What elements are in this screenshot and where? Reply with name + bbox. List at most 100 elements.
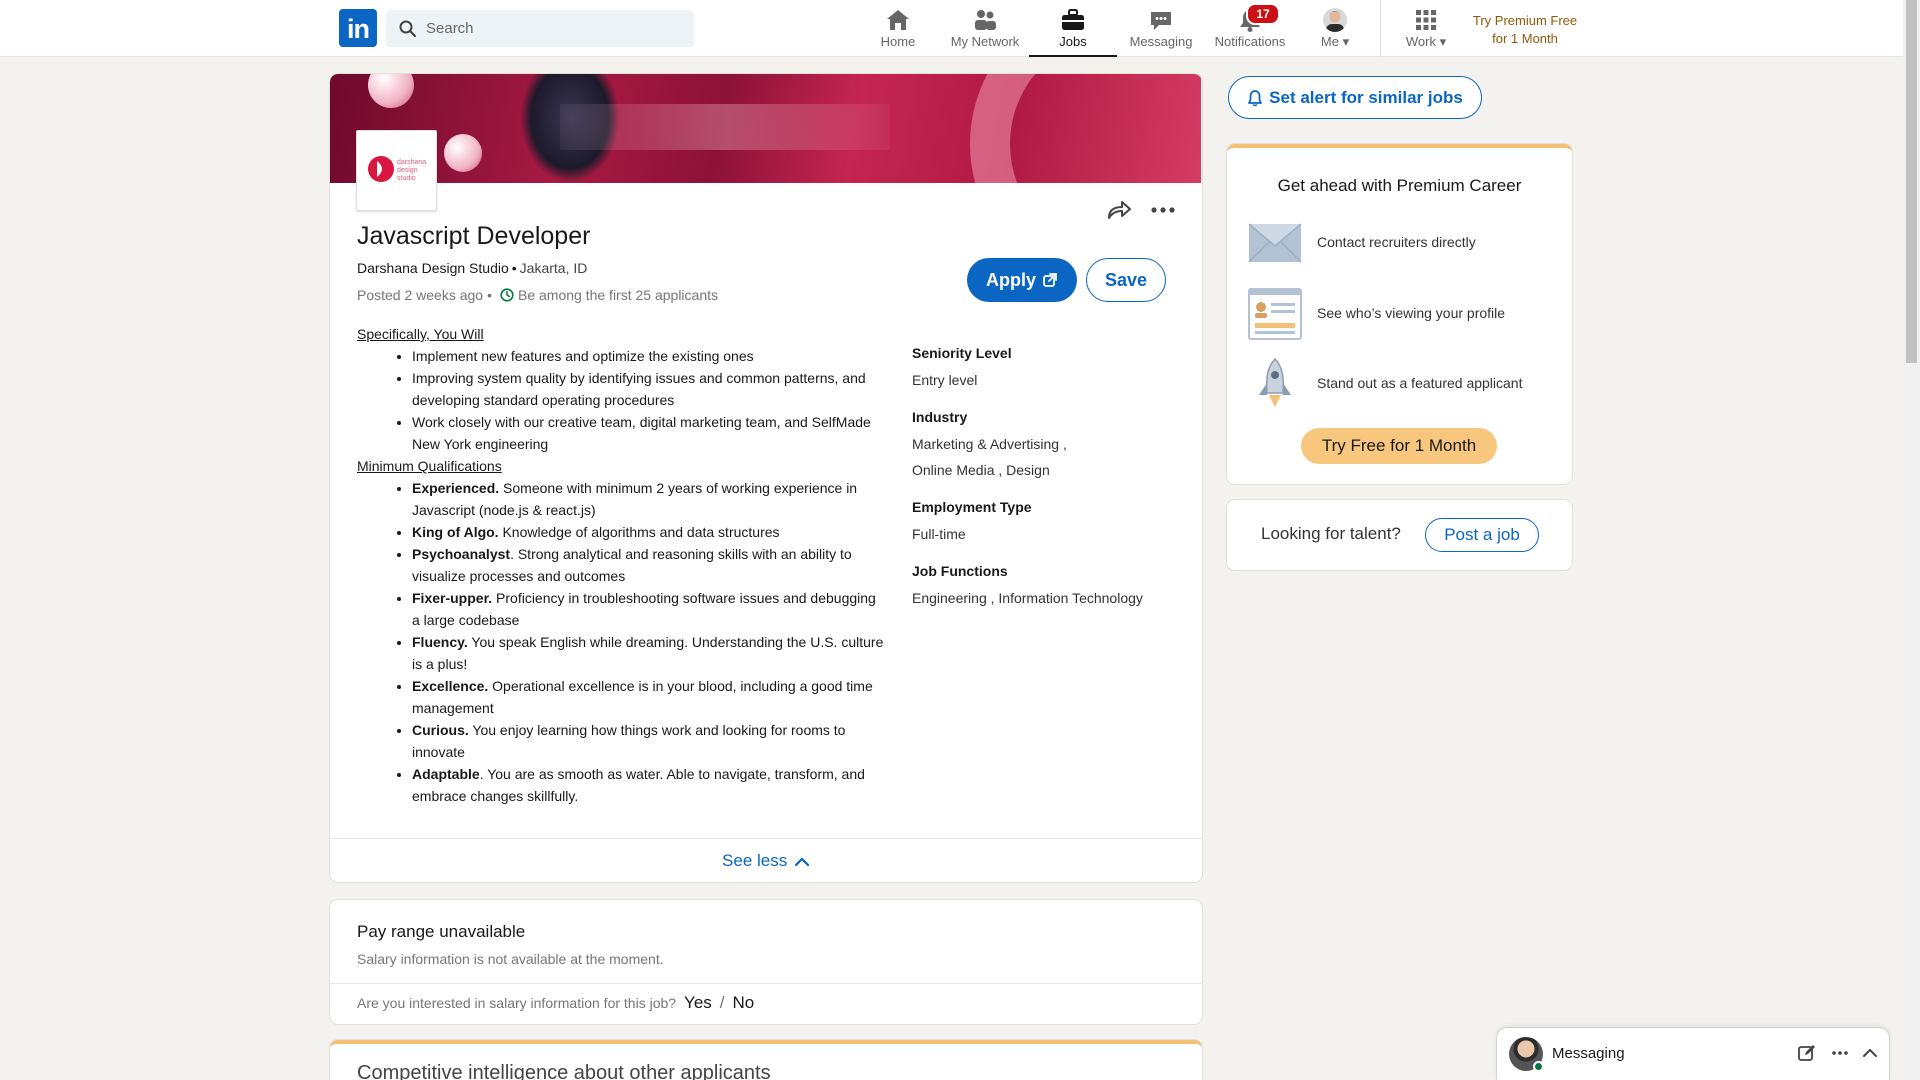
premium-perk: Contact recruiters directly: [1247, 214, 1557, 270]
perk-text: Stand out as a featured applicant: [1317, 375, 1523, 391]
criteria-value: Online Media , Design: [912, 462, 1050, 478]
rocket-icon: [1259, 357, 1291, 407]
apply-button-label: Apply: [985, 269, 1036, 290]
try-premium-line2: for 1 Month: [1492, 31, 1558, 46]
external-link-icon: [1043, 273, 1057, 287]
banner-decoration: [368, 74, 414, 108]
list-item: Work closely with our creative team, dig…: [412, 411, 887, 455]
more-options-icon[interactable]: [1829, 1042, 1851, 1064]
nav-my-network-label: My Network: [950, 34, 1020, 49]
company-banner: [330, 74, 1201, 183]
job-location: Jakarta, ID: [519, 260, 588, 276]
nav-work[interactable]: Work ▾: [1396, 0, 1456, 57]
messaging-label: Messaging: [1552, 1045, 1625, 1062]
nav-messaging-label: Messaging: [1129, 34, 1193, 49]
company-logo-mark: darshana design studio: [368, 156, 426, 182]
pay-range-card: Pay range unavailable Salary information…: [330, 900, 1202, 1024]
perk-text: See who’s viewing your profile: [1317, 305, 1506, 321]
section-heading: Specifically, You Will: [357, 326, 484, 342]
premium-perk: Stand out as a featured applicant: [1247, 355, 1557, 411]
list-item: Fixer-upper. Proficiency in troubleshoot…: [412, 587, 887, 631]
criteria-industry: Industry Marketing & Advertising , Onlin…: [912, 407, 1182, 483]
try-premium-button[interactable]: Try Free for 1 Month: [1301, 428, 1497, 464]
envelope-icon: [1248, 223, 1302, 263]
company-logo[interactable]: darshana design studio: [356, 130, 437, 211]
avatar: [1323, 8, 1347, 32]
try-premium-line1: Try Premium Free: [1472, 13, 1578, 28]
criteria-value: Engineering , Information Technology: [912, 590, 1143, 606]
salary-interest-question: Are you interested in salary information…: [357, 993, 754, 1013]
criteria-value: Marketing & Advertising ,: [912, 436, 1067, 452]
section-heading: Minimum Qualifications: [357, 458, 502, 474]
search-box[interactable]: [386, 10, 694, 47]
job-details-card: darshana design studio Javascript Develo…: [330, 74, 1202, 882]
nav-notifications-label: Notifications: [1214, 34, 1286, 49]
nav-my-network[interactable]: My Network: [945, 0, 1025, 57]
chat-icon: [1151, 12, 1171, 30]
try-premium-link[interactable]: Try Premium Free for 1 Month: [1466, 12, 1584, 48]
briefcase-icon: [1062, 9, 1084, 30]
list-item: Implement new features and optimize the …: [412, 345, 887, 367]
criteria-employment-type: Employment Type Full-time: [912, 497, 1182, 547]
applicant-count: Be among the first 25 applicants: [518, 287, 719, 303]
nav-messaging[interactable]: Messaging: [1127, 0, 1195, 57]
list-item: Experienced. Someone with minimum 2 year…: [412, 477, 887, 521]
perk-text: Contact recruiters directly: [1317, 234, 1476, 250]
see-less-button[interactable]: See less: [330, 838, 1202, 882]
search-icon: [399, 20, 417, 38]
nav-me[interactable]: Me ▾: [1306, 0, 1364, 57]
question-text: Are you interested in salary information…: [357, 995, 677, 1011]
apply-button[interactable]: Apply: [967, 258, 1077, 302]
list-item: Psychoanalyst. Strong analytical and rea…: [412, 543, 887, 587]
home-icon: [887, 10, 909, 30]
pay-range-title: Pay range unavailable: [357, 922, 526, 941]
nav-me-label: Me ▾: [1320, 34, 1350, 49]
set-job-alert-button[interactable]: Set alert for similar jobs: [1228, 76, 1482, 119]
linkedin-logo[interactable]: in: [339, 9, 377, 47]
criteria-seniority: Seniority Level Entry level: [912, 343, 1182, 393]
list-item: Excellence. Operational excellence is in…: [412, 675, 887, 719]
responsibilities-list: Implement new features and optimize the …: [357, 345, 887, 455]
nav-jobs[interactable]: Jobs: [1029, 0, 1117, 57]
job-company-location: Darshana Design Studio • Jakarta, ID: [357, 260, 588, 276]
page-scrollbar[interactable]: [1903, 0, 1920, 1080]
scrollbar-thumb[interactable]: [1906, 0, 1917, 363]
slash-separator: /: [719, 993, 725, 1012]
premium-career-card: Get ahead with Premium Career Contact re…: [1227, 144, 1572, 484]
looking-for-talent-text: Looking for talent?: [1261, 524, 1401, 543]
banner-decoration: [970, 74, 1201, 183]
job-criteria: Seniority Level Entry level Industry Mar…: [912, 343, 1182, 625]
compose-icon[interactable]: [1796, 1042, 1818, 1064]
criteria-label: Employment Type: [912, 499, 1032, 515]
see-less-label: See less: [722, 851, 788, 870]
nav-home[interactable]: Home: [872, 0, 924, 57]
nav-home-label: Home: [880, 34, 916, 49]
profile-card-icon: [1248, 288, 1302, 340]
premium-card-title: Get ahead with Premium Career: [1277, 176, 1522, 195]
search-input[interactable]: [426, 10, 686, 47]
more-options-icon[interactable]: [1148, 198, 1178, 222]
nav-notifications[interactable]: 17 Notifications: [1210, 0, 1290, 57]
pay-range-subtitle: Salary information is not available at t…: [357, 951, 664, 967]
nav-jobs-label: Jobs: [1059, 34, 1087, 49]
job-description: Specifically, You Will Implement new fea…: [357, 323, 887, 807]
competitive-intelligence-card: Competitive intelligence about other app…: [330, 1040, 1202, 1080]
set-job-alert-label: Set alert for similar jobs: [1269, 87, 1463, 107]
chevron-up-icon[interactable]: [1859, 1042, 1881, 1064]
save-button[interactable]: Save: [1086, 258, 1166, 302]
messaging-panel[interactable]: Messaging: [1497, 1028, 1889, 1080]
people-icon: [975, 10, 996, 30]
share-icon[interactable]: [1105, 198, 1133, 222]
list-item: King of Algo. Knowledge of algorithms an…: [412, 521, 887, 543]
post-job-button[interactable]: Post a job: [1425, 518, 1539, 552]
bell-icon: [1248, 89, 1263, 106]
company-name-link[interactable]: Darshana Design Studio: [357, 260, 509, 276]
list-item: Adaptable. You are as smooth as water. A…: [412, 763, 887, 807]
yes-button[interactable]: Yes: [684, 993, 712, 1013]
online-status-indicator: [1533, 1061, 1544, 1072]
criteria-value: Entry level: [912, 372, 978, 388]
criteria-label: Job Functions: [912, 563, 1008, 579]
no-button[interactable]: No: [733, 993, 755, 1013]
post-job-card: Looking for talent? Post a job: [1227, 500, 1572, 570]
svg-text:design: design: [397, 167, 418, 174]
